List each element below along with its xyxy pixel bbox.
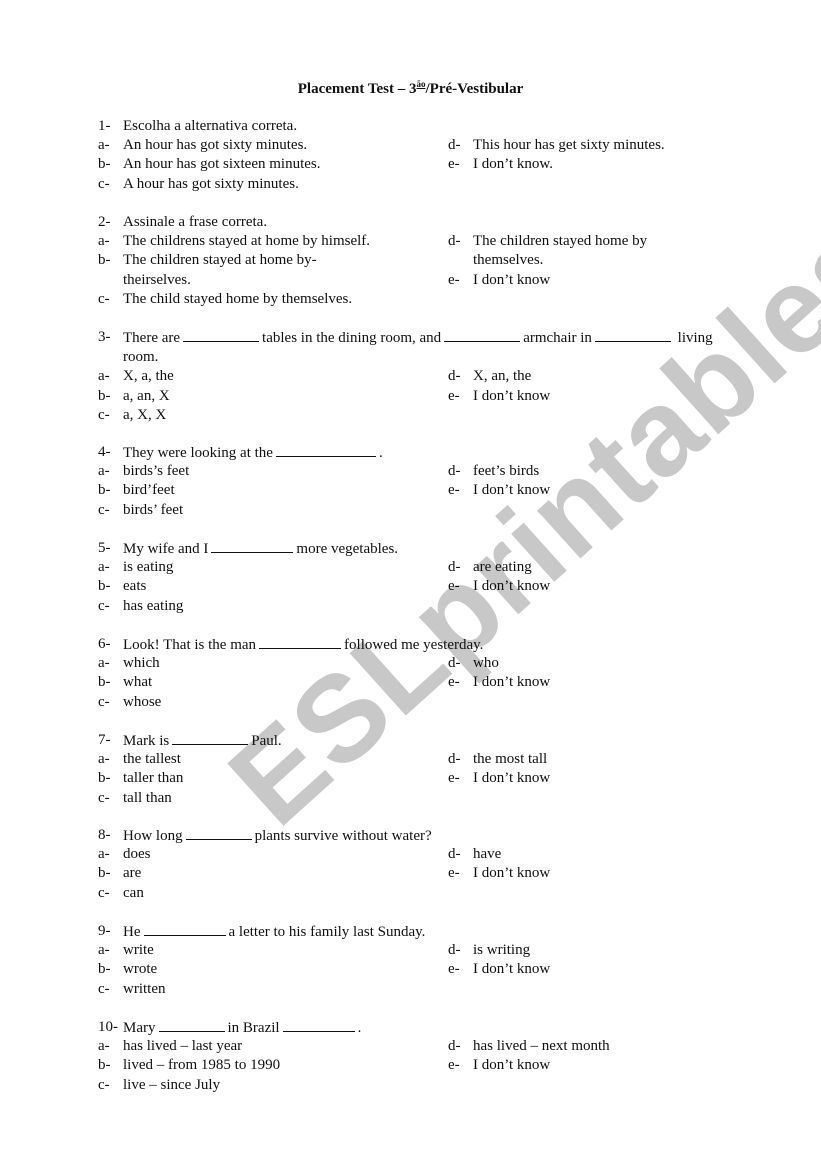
- option-d[interactable]: d-who: [448, 654, 718, 673]
- question-number: 8-: [98, 827, 111, 843]
- option-e[interactable]: e- I don’t know: [448, 481, 718, 500]
- option-e[interactable]: e- I don’t know: [448, 387, 718, 406]
- option-a[interactable]: a- X, a, the: [98, 367, 448, 386]
- title-prefix: Placement Test – 3: [297, 81, 417, 97]
- question-stem: Escolha a alternativa correta.: [123, 118, 298, 134]
- option-d[interactable]: d-is writing: [448, 941, 718, 960]
- question-2: 2- Assinale a frase correta. a- The childr…: [98, 213, 718, 309]
- option-d[interactable]: d-feet’s birds: [448, 462, 718, 481]
- question-stem: Mary in Brazil.: [123, 1018, 362, 1036]
- answer-blank[interactable]: [172, 731, 249, 745]
- question-number: 10-: [98, 1019, 118, 1035]
- question-number: 4-: [98, 444, 111, 460]
- question-stem: How long plants survive without water?: [123, 826, 432, 844]
- answer-blank[interactable]: [275, 443, 376, 457]
- option-b[interactable]: b-bird’feet: [98, 481, 448, 500]
- question-3: 3- There are tables in the dining room, an…: [98, 328, 718, 425]
- question-number: 3-: [98, 329, 111, 345]
- option-e[interactable]: e- I don’t know: [448, 864, 718, 883]
- option-d[interactable]: d-the most tall: [448, 750, 718, 769]
- question-number: 6-: [98, 636, 111, 652]
- option-c[interactable]: c-has eating: [98, 597, 448, 616]
- question-number: 9-: [98, 923, 111, 939]
- option-b[interactable]: b-taller than: [98, 769, 448, 788]
- question-9: 9- He a letter to his family last Sunday. …: [98, 922, 718, 999]
- option-a[interactable]: a-is eating: [98, 558, 448, 577]
- option-e[interactable]: e- I don’t know.: [448, 155, 718, 174]
- option-e[interactable]: e- I don’t know: [448, 673, 718, 692]
- option-b[interactable]: b-wrote: [98, 960, 448, 979]
- option-c[interactable]: c-birds’ feet: [98, 501, 448, 520]
- option-a[interactable]: a- The childrens stayed at home by himsel…: [98, 232, 423, 251]
- option-c[interactable]: c-can: [98, 884, 448, 903]
- option-c[interactable]: c-a, X, X: [98, 406, 448, 425]
- question-10: 10- Mary in Brazil. a-has lived – last yea…: [98, 1018, 718, 1095]
- question-stem: My wife and Imore vegetables.: [123, 539, 399, 557]
- option-b[interactable]: b-lived – from 1985 to 1990: [98, 1056, 448, 1075]
- answer-blank[interactable]: [143, 922, 226, 936]
- option-d[interactable]: d-are eating: [448, 558, 718, 577]
- option-b[interactable]: b-eats: [98, 577, 448, 596]
- question-1: 1- Escolha a alternativa correta. a- An ho…: [98, 117, 718, 194]
- answer-blank[interactable]: [185, 826, 252, 840]
- option-a[interactable]: a-the tallest: [98, 750, 448, 769]
- option-b[interactable]: b-a, an, X: [98, 387, 448, 406]
- option-d[interactable]: d-have: [448, 845, 718, 864]
- question-8: 8- How long plants survive without water? …: [98, 826, 718, 903]
- answer-blank[interactable]: [282, 1018, 355, 1032]
- option-c[interactable]: c-whose: [98, 693, 448, 712]
- option-c[interactable]: c- A hour has got sixty minutes.: [98, 175, 448, 194]
- option-e[interactable]: e- I don’t know: [448, 960, 718, 979]
- question-number: 2-: [98, 214, 111, 230]
- question-number: 5-: [98, 540, 111, 556]
- page-title: Placement Test – 3ão/Pré-Vestibular: [0, 79, 821, 98]
- question-stem: Look! That is the man followed me yesterd…: [123, 635, 484, 653]
- question-stem: He a letter to his family last Sunday.: [123, 922, 426, 940]
- question-stem: There are tables in the dining room, and a…: [123, 328, 713, 366]
- option-a[interactable]: a-does: [98, 845, 448, 864]
- document-page: Placement Test – 3ão/Pré-Vestibular 1- Es…: [0, 0, 821, 1169]
- option-e[interactable]: e- I don’t know: [448, 1056, 718, 1075]
- option-a[interactable]: a-which: [98, 654, 448, 673]
- option-c[interactable]: c-tall than: [98, 789, 448, 808]
- option-c[interactable]: c-written: [98, 980, 448, 999]
- question-number: 7-: [98, 732, 111, 748]
- answer-blank[interactable]: [444, 328, 521, 342]
- answer-blank[interactable]: [158, 1018, 225, 1032]
- option-d[interactable]: d- X, an, the: [448, 367, 718, 386]
- option-c[interactable]: c- The child stayed home by themselves.: [98, 290, 423, 309]
- option-a[interactable]: a-birds’s feet: [98, 462, 448, 481]
- question-6: 6- Look! That is the man followed me yeste…: [98, 635, 718, 712]
- question-stem: Assinale a frase correta.: [123, 214, 268, 230]
- option-a[interactable]: a- An hour has got sixty minutes.: [98, 136, 448, 155]
- option-c[interactable]: c-live – since July: [98, 1076, 448, 1095]
- option-a[interactable]: a-write: [98, 941, 448, 960]
- question-number: 1-: [98, 118, 111, 134]
- option-e[interactable]: e- I don’t know: [448, 769, 718, 788]
- question-7: 7- Mark is Paul. a-the tallest b-taller th…: [98, 731, 718, 808]
- option-d[interactable]: d-has lived – next month: [448, 1037, 718, 1056]
- option-b[interactable]: b- An hour has got sixteen minutes.: [98, 155, 448, 174]
- question-stem: They were looking at the.: [123, 443, 383, 461]
- option-d[interactable]: d- The children stayed home by themselves…: [448, 232, 718, 270]
- option-e[interactable]: e- I don’t know: [448, 271, 718, 290]
- question-4: 4- They were looking at the. a-birds’s fe…: [98, 443, 718, 520]
- option-e[interactable]: e- I don’t know: [448, 577, 718, 596]
- answer-blank[interactable]: [594, 328, 671, 342]
- option-b[interactable]: b-what: [98, 673, 448, 692]
- answer-blank[interactable]: [183, 328, 260, 342]
- option-b[interactable]: b- The children stayed at home by-theirse…: [98, 251, 423, 289]
- title-suffix: /Pré-Vestibular: [425, 81, 524, 97]
- option-a[interactable]: a-has lived – last year: [98, 1037, 448, 1056]
- question-5: 5- My wife and Imore vegetables. a-is eat…: [98, 539, 718, 616]
- question-stem: Mark is Paul.: [123, 731, 282, 749]
- option-d[interactable]: d- This hour has get sixty minutes.: [448, 136, 718, 155]
- answer-blank[interactable]: [211, 539, 294, 553]
- answer-blank[interactable]: [259, 635, 342, 649]
- option-b[interactable]: b-are: [98, 864, 448, 883]
